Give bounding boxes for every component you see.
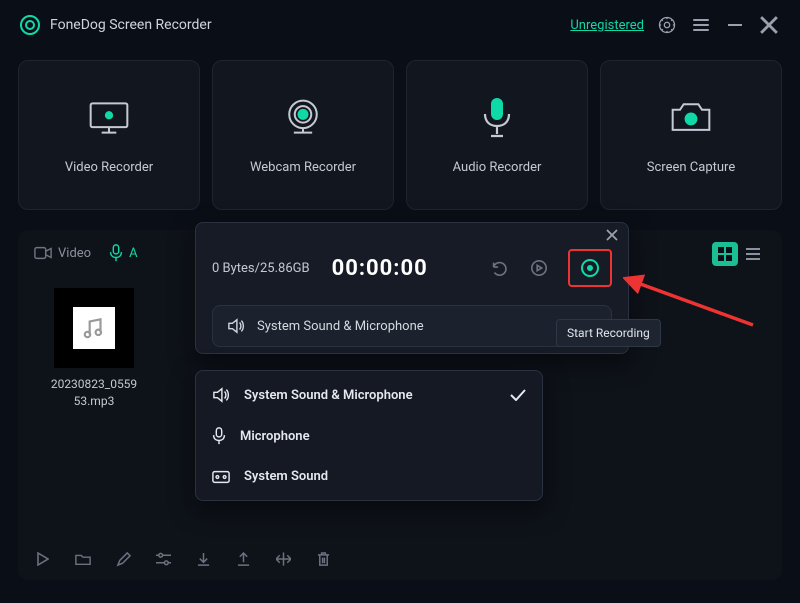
save-button[interactable]: [194, 550, 212, 568]
title-bar: FoneDog Screen Recorder Unregistered: [0, 0, 800, 50]
trash-icon: [317, 552, 330, 567]
share-button[interactable]: [234, 550, 252, 568]
folder-button[interactable]: [74, 550, 92, 568]
recorder-status-row: 0 Bytes/25.86GB 00:00:00: [212, 249, 612, 287]
close-icon: [758, 14, 780, 36]
audio-source-dropdown: System Sound & Microphone Microphone Sys…: [195, 370, 543, 501]
audio-source-select[interactable]: System Sound & Microphone: [212, 305, 612, 347]
option-system-and-mic[interactable]: System Sound & Microphone: [196, 375, 542, 415]
timer-display: 00:00:00: [332, 256, 428, 281]
file-item[interactable]: 20230823_0559 53.mp3: [34, 288, 154, 410]
mode-label: Audio Recorder: [453, 160, 542, 175]
unregistered-link[interactable]: Unregistered: [570, 18, 644, 33]
speaker-icon: [227, 318, 245, 334]
view-toggle: [712, 242, 766, 266]
header-right: Unregistered: [570, 14, 780, 36]
speaker-icon: [212, 387, 230, 403]
minimize-button[interactable]: [724, 14, 746, 36]
mode-label: Screen Capture: [647, 160, 735, 175]
bytes-counter: 0 Bytes/25.86GB: [212, 261, 310, 276]
menu-button[interactable]: [690, 14, 712, 36]
share-icon: [237, 552, 250, 567]
option-label: System Sound: [244, 469, 328, 484]
mode-webcam-recorder[interactable]: Webcam Recorder: [212, 60, 394, 210]
delete-button[interactable]: [314, 550, 332, 568]
sliders-button[interactable]: [154, 550, 172, 568]
file-name: 20230823_0559 53.mp3: [51, 376, 137, 410]
grid-view-button[interactable]: [712, 242, 738, 266]
tab-video[interactable]: Video: [34, 246, 91, 261]
camera-icon: [669, 96, 713, 140]
audio-recorder-popup: 0 Bytes/25.86GB 00:00:00 Start Recording…: [195, 222, 629, 354]
record-icon: [581, 259, 599, 277]
start-recording-button[interactable]: [568, 249, 612, 287]
app-title: FoneDog Screen Recorder: [50, 17, 212, 33]
mode-label: Webcam Recorder: [250, 160, 356, 175]
reset-button[interactable]: [486, 255, 512, 281]
play-circle-icon: [530, 259, 548, 277]
option-label: Microphone: [240, 429, 310, 444]
play-button[interactable]: [34, 550, 52, 568]
monitor-icon: [87, 96, 131, 140]
mode-video-recorder[interactable]: Video Recorder: [18, 60, 200, 210]
pencil-icon: [116, 552, 131, 567]
close-button[interactable]: [758, 14, 780, 36]
library-toolbar: [34, 550, 332, 568]
play-icon: [37, 552, 49, 566]
download-icon: [197, 552, 210, 567]
list-view-button[interactable]: [740, 242, 766, 266]
system-audio-icon: [212, 470, 230, 484]
audio-source-label: System Sound & Microphone: [257, 319, 424, 334]
app-brand: FoneDog Screen Recorder: [20, 15, 212, 35]
tab-audio-label: A: [129, 246, 137, 261]
list-icon: [746, 247, 760, 261]
mode-cards: Video Recorder Webcam Recorder Audio Rec…: [0, 50, 800, 210]
popup-close-button[interactable]: [606, 229, 618, 241]
mode-audio-recorder[interactable]: Audio Recorder: [406, 60, 588, 210]
webcam-icon: [281, 96, 325, 140]
undo-icon: [490, 259, 508, 277]
option-microphone[interactable]: Microphone: [196, 415, 542, 457]
tab-video-label: Video: [58, 246, 91, 261]
app-logo-icon: [20, 15, 40, 35]
file-thumb: [54, 288, 134, 368]
microphone-icon: [212, 427, 226, 445]
convert-button[interactable]: [274, 550, 292, 568]
settings-button[interactable]: [656, 14, 678, 36]
play-preview-button[interactable]: [526, 255, 552, 281]
convert-icon: [276, 552, 291, 566]
option-system-sound[interactable]: System Sound: [196, 457, 542, 496]
tab-audio[interactable]: A: [109, 244, 137, 262]
music-note-icon: [73, 307, 115, 349]
sliders-icon: [156, 552, 171, 566]
option-label: System Sound & Microphone: [244, 388, 413, 403]
folder-icon: [75, 552, 91, 566]
start-recording-tooltip: Start Recording: [556, 319, 661, 347]
mic-small-icon: [109, 244, 123, 262]
gear-icon: [657, 15, 677, 35]
mode-label: Video Recorder: [65, 160, 153, 175]
microphone-icon: [475, 96, 519, 140]
check-icon: [510, 389, 526, 401]
video-icon: [34, 246, 52, 260]
grid-icon: [718, 247, 732, 261]
edit-button[interactable]: [114, 550, 132, 568]
mode-screen-capture[interactable]: Screen Capture: [600, 60, 782, 210]
close-icon: [606, 229, 618, 241]
